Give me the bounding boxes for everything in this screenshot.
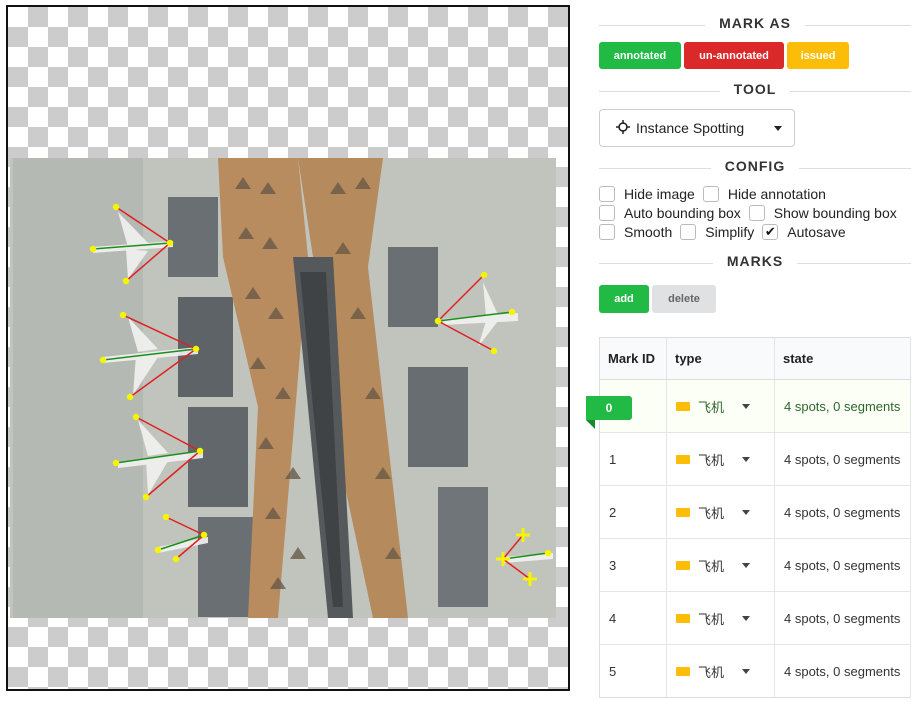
chevron-down-icon	[742, 456, 750, 462]
marks-header: MARKS	[599, 253, 911, 273]
mark-id: 5	[599, 644, 667, 698]
table-row[interactable]: 2 飞机 4 spots, 0 segments	[599, 485, 911, 539]
mark-state: 4 spots, 0 segments	[774, 591, 911, 645]
annotation-canvas[interactable]	[6, 5, 570, 691]
marks-buttons: add delete	[599, 285, 911, 313]
type-color-swatch	[676, 613, 690, 623]
chevron-down-icon	[742, 615, 750, 621]
issued-button[interactable]: issued	[787, 42, 849, 69]
mark-as-title: MARK AS	[705, 15, 805, 31]
config-title: CONFIG	[710, 158, 800, 174]
mark-state: 4 spots, 0 segments	[774, 538, 911, 592]
chevron-down-icon	[774, 125, 782, 131]
mark-id: 2	[599, 485, 667, 539]
control-panel: MARK AS annotated un-annotated issued TO…	[586, 0, 911, 698]
table-row[interactable]: 0 飞机 4 spots, 0 segments	[586, 379, 911, 433]
type-color-swatch	[676, 666, 690, 676]
chevron-down-icon	[742, 509, 750, 515]
table-row[interactable]: 4 飞机 4 spots, 0 segments	[599, 591, 911, 645]
mark-as-buttons: annotated un-annotated issued	[599, 42, 911, 69]
column-header-mark-id: Mark ID	[599, 337, 667, 380]
unannotated-button[interactable]: un-annotated	[684, 42, 784, 69]
marks-title: MARKS	[712, 253, 798, 269]
chevron-down-icon	[742, 668, 750, 674]
hide-image-checkbox[interactable]: Hide image	[599, 185, 695, 202]
table-row[interactable]: 5 飞机 4 spots, 0 segments	[599, 644, 911, 698]
config-header: CONFIG	[599, 158, 911, 178]
type-color-swatch	[676, 401, 690, 411]
marks-table: Mark ID type state 0 飞机 4 spots, 0 segme…	[586, 337, 911, 698]
active-mark-ribbon: 0	[586, 396, 632, 429]
tool-selected-label: Instance Spotting	[636, 120, 745, 136]
mark-id: 3	[599, 538, 667, 592]
type-color-swatch	[676, 507, 690, 517]
config-options: Hide image Hide annotation Auto bounding…	[599, 184, 911, 241]
mark-state: 4 spots, 0 segments	[774, 432, 911, 486]
table-row[interactable]: 1 飞机 4 spots, 0 segments	[599, 432, 911, 486]
type-dropdown[interactable]: 飞机	[676, 450, 774, 469]
crosshair-icon	[616, 119, 630, 137]
type-dropdown[interactable]: 飞机	[676, 397, 774, 416]
tool-header: TOOL	[599, 81, 911, 101]
type-dropdown[interactable]: 飞机	[676, 662, 774, 681]
mark-id: 4	[599, 591, 667, 645]
table-row[interactable]: 3 飞机 4 spots, 0 segments	[599, 538, 911, 592]
mark-state: 4 spots, 0 segments	[774, 485, 911, 539]
column-header-state: state	[774, 337, 911, 380]
type-dropdown[interactable]: 飞机	[676, 556, 774, 575]
mark-state: 4 spots, 0 segments	[774, 379, 911, 433]
tool-dropdown[interactable]: Instance Spotting	[599, 109, 795, 147]
hide-annotation-checkbox[interactable]: Hide annotation	[702, 185, 826, 202]
chevron-down-icon	[742, 403, 750, 409]
simplify-checkbox[interactable]: Simplify	[680, 223, 754, 240]
tool-title: TOOL	[719, 81, 791, 97]
mark-as-header: MARK AS	[599, 15, 911, 35]
column-header-type: type	[666, 337, 775, 380]
type-color-swatch	[676, 560, 690, 570]
add-mark-button[interactable]: add	[599, 285, 649, 313]
mark-id: 1	[599, 432, 667, 486]
type-dropdown[interactable]: 飞机	[676, 609, 774, 628]
checkmark-icon: ✔	[762, 223, 779, 240]
type-dropdown[interactable]: 飞机	[676, 503, 774, 522]
annotated-button[interactable]: annotated	[599, 42, 681, 69]
aerial-image[interactable]	[8, 7, 568, 689]
auto-bounding-box-checkbox[interactable]: Auto bounding box	[599, 204, 741, 221]
type-color-swatch	[676, 454, 690, 464]
show-bounding-box-checkbox[interactable]: Show bounding box	[748, 204, 897, 221]
autosave-checkbox[interactable]: ✔ Autosave	[762, 223, 846, 240]
delete-mark-button[interactable]: delete	[652, 285, 716, 313]
smooth-checkbox[interactable]: Smooth	[599, 223, 672, 240]
mark-state: 4 spots, 0 segments	[774, 644, 911, 698]
chevron-down-icon	[742, 562, 750, 568]
